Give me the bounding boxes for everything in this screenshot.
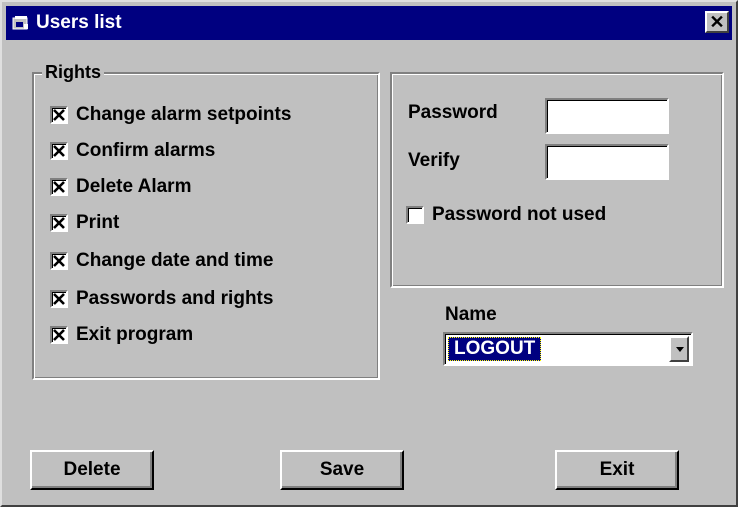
close-icon: ✕: [709, 12, 725, 32]
window-title: Users list: [36, 12, 122, 33]
password-label: Password: [408, 102, 498, 123]
rights-groupbox: Rights Change alarm setpoints Confirm al…: [32, 62, 380, 380]
chevron-down-icon: [676, 347, 684, 352]
rights-legend: Rights: [42, 62, 104, 83]
checkbox-passwords-and-rights[interactable]: Passwords and rights: [50, 286, 273, 312]
checkbox-unchecked-icon: [406, 206, 424, 224]
name-dropdown[interactable]: LOGOUT: [443, 332, 693, 366]
delete-button[interactable]: Delete: [30, 450, 154, 490]
checkbox-checked-icon: [50, 178, 68, 196]
checkbox-checked-icon: [50, 252, 68, 270]
exit-button[interactable]: Exit: [555, 450, 679, 490]
close-button[interactable]: ✕: [705, 11, 729, 33]
checkbox-delete-alarm[interactable]: Delete Alarm: [50, 174, 191, 200]
save-button[interactable]: Save: [280, 450, 404, 490]
dropdown-arrow-button[interactable]: [669, 336, 689, 362]
name-label: Name: [445, 304, 497, 325]
checkbox-label: Confirm alarms: [76, 140, 216, 161]
name-selected-value: LOGOUT: [448, 337, 542, 361]
checkbox-change-date-and-time[interactable]: Change date and time: [50, 248, 273, 274]
checkbox-checked-icon: [50, 142, 68, 160]
checkbox-label: Print: [76, 212, 120, 233]
checkbox-exit-program[interactable]: Exit program: [50, 322, 193, 348]
checkbox-checked-icon: [50, 106, 68, 124]
verify-label: Verify: [408, 150, 460, 171]
checkbox-change-alarm-setpoints[interactable]: Change alarm setpoints: [50, 102, 291, 128]
password-groupbox: Password Verify Password not used: [390, 72, 724, 288]
password-input[interactable]: [545, 98, 669, 134]
checkbox-checked-icon: [50, 326, 68, 344]
checkbox-checked-icon: [50, 290, 68, 308]
checkbox-label: Password not used: [432, 204, 607, 225]
checkbox-label: Exit program: [76, 324, 194, 345]
checkbox-print[interactable]: Print: [50, 210, 119, 236]
title-bar: Users list ✕: [6, 6, 732, 40]
checkbox-checked-icon: [50, 214, 68, 232]
checkbox-label: Delete Alarm: [76, 176, 192, 197]
checkbox-label: Passwords and rights: [76, 288, 274, 309]
window-app-icon: [12, 15, 30, 31]
users-list-window: Users list ✕ Rights Change alarm setpoin…: [0, 0, 738, 507]
verify-input[interactable]: [545, 144, 669, 180]
checkbox-confirm-alarms[interactable]: Confirm alarms: [50, 138, 215, 164]
checkbox-password-not-used[interactable]: Password not used: [406, 202, 606, 228]
checkbox-label: Change date and time: [76, 250, 274, 271]
checkbox-label: Change alarm setpoints: [76, 104, 292, 125]
